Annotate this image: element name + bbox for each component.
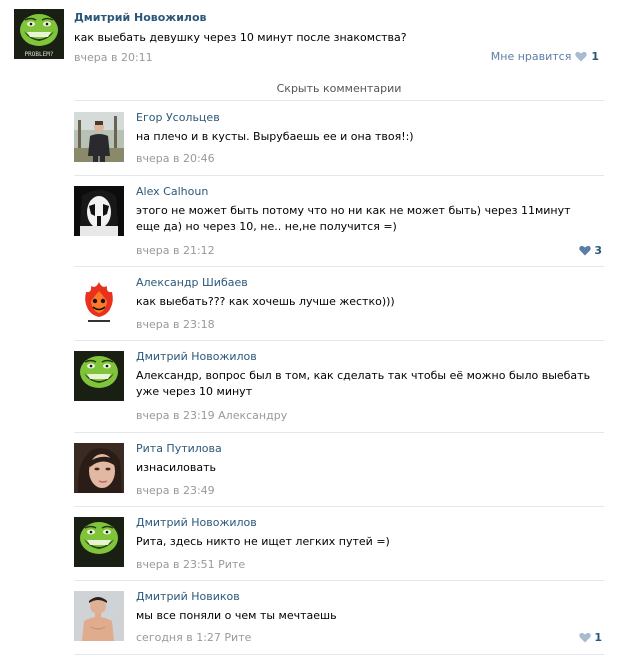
heart-icon <box>579 245 591 256</box>
comment-item: Александр Шибаев как выебать??? как хоче… <box>74 267 604 341</box>
like-label: Мне нравится <box>490 50 572 63</box>
comment-time[interactable]: вчера в 23:51 <box>136 558 215 571</box>
avatar[interactable] <box>74 351 124 401</box>
comment-time[interactable]: вчера в 20:46 <box>136 152 215 165</box>
comment-time[interactable]: вчера в 23:18 <box>136 318 215 331</box>
heart-icon <box>579 632 591 643</box>
wall-post: PROBLEM? Дмитрий Новожилов как выебать д… <box>14 4 612 64</box>
post-timestamp[interactable]: вчера в 20:11 <box>74 51 153 64</box>
comment-author[interactable]: Егор Усольцев <box>136 111 220 124</box>
comment-item: Рита Путилова изнасиловать вчера в 23:49 <box>74 433 604 507</box>
post-author[interactable]: Дмитрий Новожилов <box>74 11 207 24</box>
comment-author[interactable]: Дмитрий Новожилов <box>136 350 257 363</box>
comment-timestamp[interactable]: вчера в 23:49 <box>136 484 215 497</box>
avatar[interactable] <box>74 186 124 236</box>
heart-icon <box>575 51 587 62</box>
post-text: как выебать девушку через 10 минут после… <box>74 31 407 44</box>
comment-text: как выебать??? как хочешь лучше жестко))… <box>136 295 395 308</box>
reply-to-link[interactable]: Рите <box>224 631 251 644</box>
comment-time[interactable]: вчера в 23:49 <box>136 484 215 497</box>
comment-timestamp[interactable]: вчера в 21:12 <box>136 244 215 257</box>
comment-like-count: 3 <box>594 244 602 257</box>
reply-to-link[interactable]: Александру <box>218 409 287 422</box>
comment-timestamp[interactable]: вчера в 20:46 <box>136 152 215 165</box>
comment-text: Рита, здесь никто не ищет легких путей =… <box>136 535 390 548</box>
comment-text: на плечо и в кусты. Вырубаешь ее и она т… <box>136 130 414 143</box>
comment-timestamp[interactable]: вчера в 23:19 Александру <box>136 409 287 422</box>
avatar[interactable] <box>74 517 124 567</box>
comment-item: Егор Усольцев на плечо и в кусты. Выруба… <box>74 102 604 176</box>
comment-text: мы все поняли о чем ты мечтаешь <box>136 609 337 622</box>
comment-time[interactable]: вчера в 23:19 <box>136 409 215 422</box>
reply-to-link[interactable]: Рите <box>218 558 245 571</box>
comment-item: Дмитрий Новожилов Александр, вопрос был … <box>74 341 604 433</box>
comment-author[interactable]: Александр Шибаев <box>136 276 248 289</box>
avatar[interactable] <box>74 112 124 162</box>
like-button[interactable]: Мне нравится 1 <box>491 50 599 63</box>
hide-comments-link[interactable]: Скрыть комментарии <box>74 76 604 101</box>
comment-like-button[interactable]: 3 <box>579 244 602 257</box>
comment-item: Дмитрий Новожилов Рита, здесь никто не и… <box>74 507 604 581</box>
comment-timestamp[interactable]: сегодня в 1:27 Рите <box>136 631 251 644</box>
comment-author[interactable]: Рита Путилова <box>136 442 222 455</box>
comment-timestamp[interactable]: вчера в 23:18 <box>136 318 215 331</box>
avatar[interactable] <box>74 277 124 327</box>
comment-timestamp[interactable]: вчера в 23:51 Рите <box>136 558 245 571</box>
comment-author[interactable]: Дмитрий Новиков <box>136 590 240 603</box>
avatar[interactable] <box>74 591 124 641</box>
comment-author[interactable]: Дмитрий Новожилов <box>136 516 257 529</box>
like-count: 1 <box>591 50 599 63</box>
comment-author[interactable]: Alex Calhoun <box>136 185 208 198</box>
avatar-caption: PROBLEM? <box>24 51 54 58</box>
comment-text: этого не может быть потому что но ни как… <box>136 204 571 233</box>
comment-like-button[interactable]: 1 <box>579 631 602 644</box>
comment-item: Alex Calhoun этого не может быть потому … <box>74 176 604 267</box>
comment-time[interactable]: сегодня в 1:27 <box>136 631 221 644</box>
comment-text: изнасиловать <box>136 461 217 474</box>
comment-like-count: 1 <box>594 631 602 644</box>
comment-item: Дмитрий Новиков мы все поняли о чем ты м… <box>74 581 604 655</box>
comment-time[interactable]: вчера в 21:12 <box>136 244 215 257</box>
comment-text: Александр, вопрос был в том, как сделать… <box>136 369 591 398</box>
avatar[interactable]: PROBLEM? <box>14 9 64 59</box>
avatar[interactable] <box>74 443 124 493</box>
